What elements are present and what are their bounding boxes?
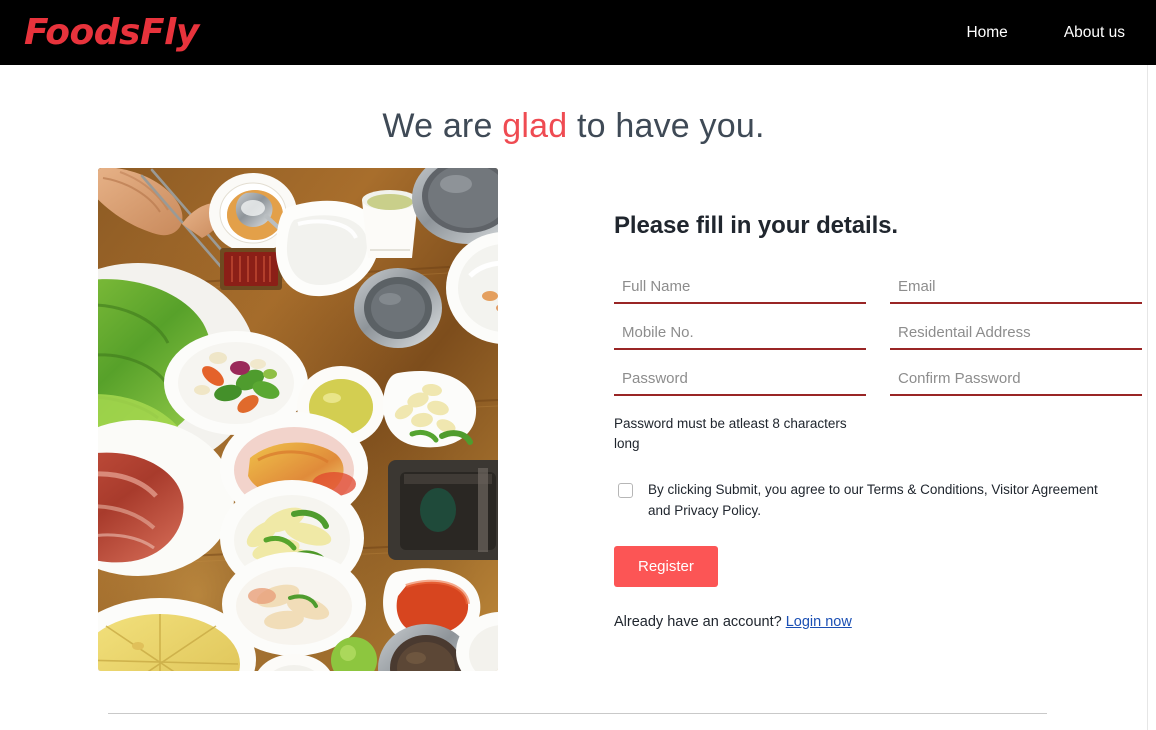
main-content: Please fill in your details. Password mu… — [98, 168, 1142, 671]
full-name-input[interactable] — [614, 274, 866, 304]
confirm-password-field — [890, 366, 1142, 412]
page-title-accent: glad — [502, 106, 568, 145]
login-prompt-text: Already have an account? — [614, 614, 786, 631]
page-title-part-2: to have you. — [567, 106, 765, 145]
register-button[interactable]: Register — [614, 546, 718, 588]
registration-form: Please fill in your details. Password mu… — [498, 168, 1142, 630]
nav-link-home[interactable]: Home — [938, 24, 1035, 42]
korean-food-spread-photo — [98, 168, 498, 671]
login-now-link[interactable]: Login now — [786, 614, 852, 630]
terms-checkbox[interactable] — [618, 483, 633, 499]
footer-divider — [108, 713, 1047, 714]
password-input[interactable] — [614, 366, 866, 396]
residential-address-field — [890, 320, 1142, 366]
mobile-no-field — [614, 320, 866, 366]
password-field — [614, 366, 866, 412]
password-hint: Password must be atleast 8 characters lo… — [614, 416, 847, 451]
terms-text: By clicking Submit, you agree to our Ter… — [648, 482, 1098, 518]
page-title-part-1: We are — [382, 106, 503, 145]
brand-logo[interactable]: FoodsFly — [24, 14, 199, 51]
confirm-password-input[interactable] — [890, 366, 1142, 396]
mobile-no-input[interactable] — [614, 320, 866, 350]
email-input[interactable] — [890, 274, 1142, 304]
full-name-field — [614, 274, 866, 320]
residential-address-input[interactable] — [890, 320, 1142, 350]
form-fields-grid: Password must be atleast 8 characters lo… — [614, 274, 1142, 453]
login-prompt-row: Already have an account? Login now — [614, 614, 1142, 630]
top-navbar: FoodsFly Home About us — [0, 0, 1156, 65]
page-title: We are glad to have you. — [0, 107, 1147, 146]
email-field — [890, 274, 1142, 320]
primary-nav: Home About us — [938, 24, 1125, 42]
form-title: Please fill in your details. — [614, 212, 898, 239]
nav-link-about-us[interactable]: About us — [1036, 24, 1125, 42]
page-scrollbar[interactable] — [1147, 65, 1156, 730]
photo-column — [98, 168, 498, 671]
terms-row: By clicking Submit, you agree to our Ter… — [614, 480, 1142, 521]
